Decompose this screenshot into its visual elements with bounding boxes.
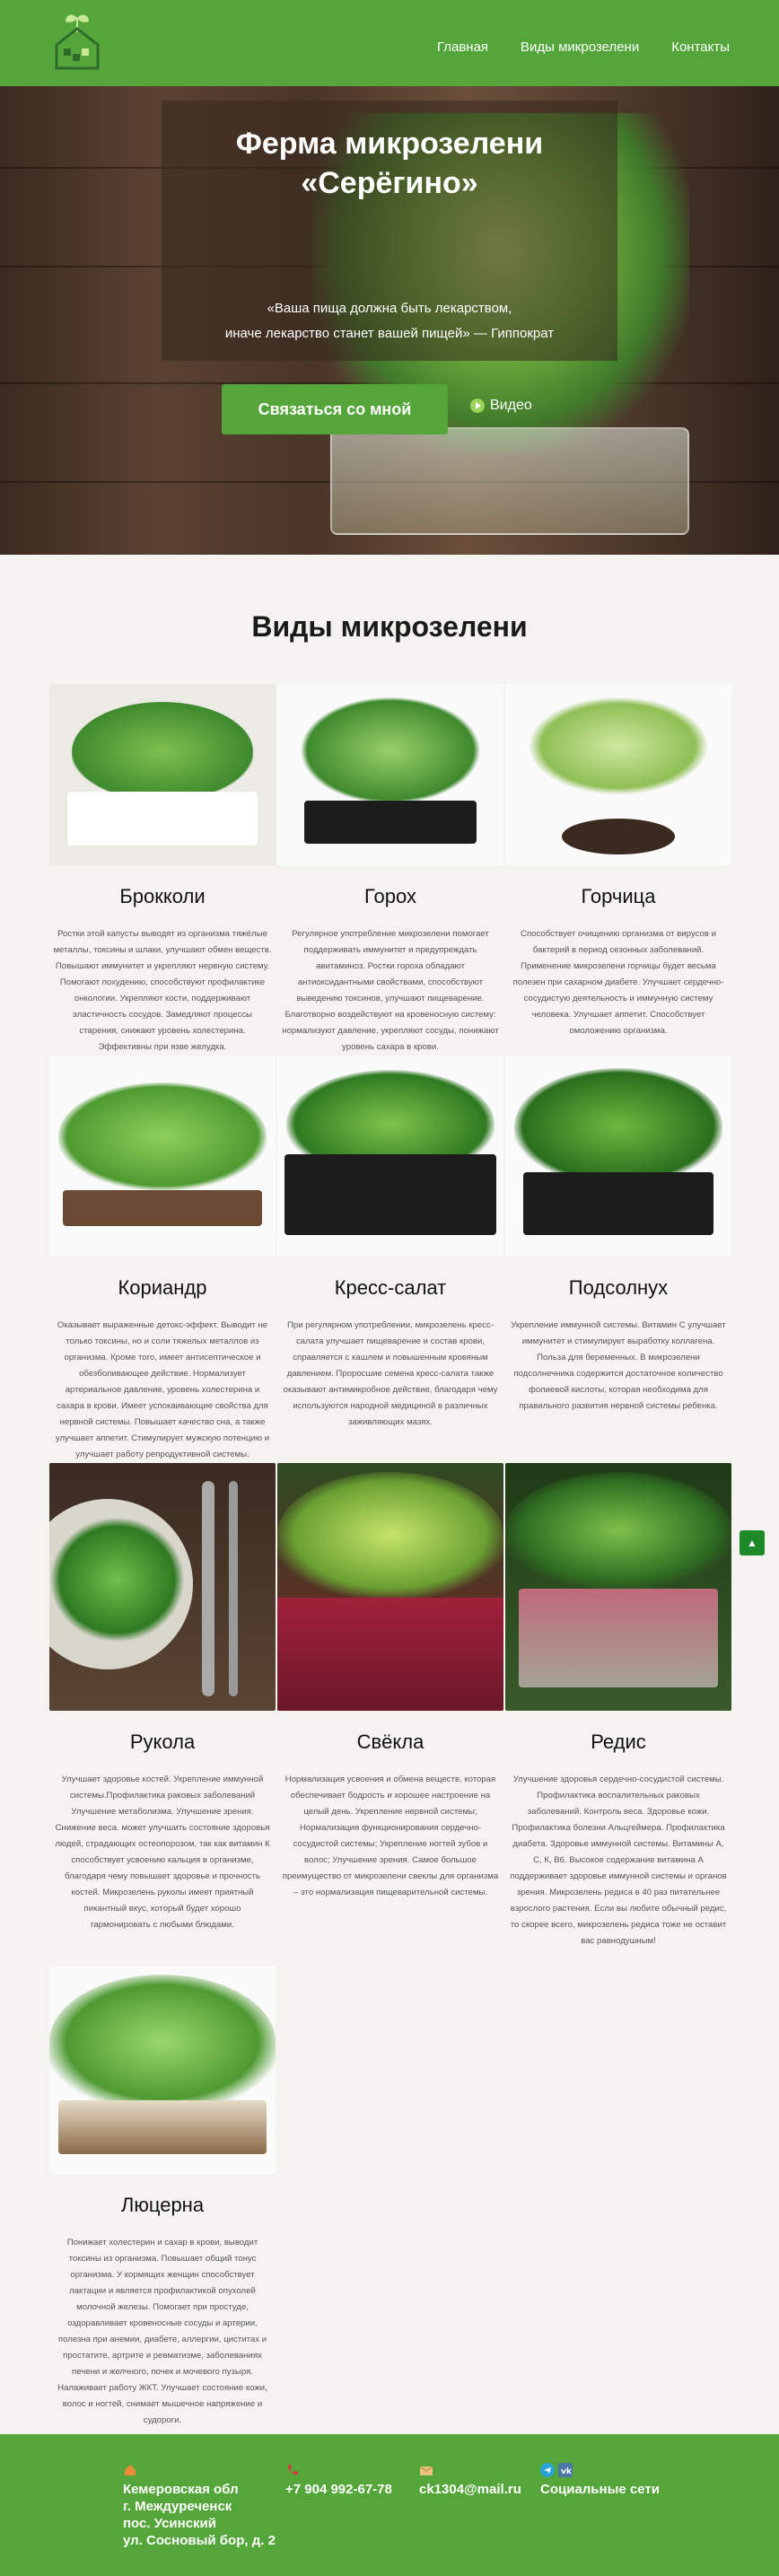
card-broccoli: Брокколи Ростки этой капусты выводят из … (49, 684, 276, 1056)
card-title: Редис (591, 1730, 646, 1753)
card-coriander: Кориандр Оказывает выраженные детокс-эфф… (49, 1056, 276, 1463)
cress-image (277, 1056, 503, 1257)
card-title: Свёкла (356, 1730, 425, 1753)
site-footer: Кемеровская обл г. Междуреченск пос. Уси… (0, 2434, 779, 2576)
hero-title: Ферма микрозелени «Серёгино» (162, 124, 617, 203)
card-mustard: Горчица Способствует очищению организма … (505, 684, 731, 1039)
video-label: Видео (490, 398, 532, 413)
card-title: Подсолнух (568, 1276, 669, 1299)
social-icons: vk (540, 2463, 660, 2477)
hero-quote-line1: «Ваша пища должна быть лекарством, (267, 301, 512, 316)
site-header: Главная Виды микрозелени Контакты (0, 0, 779, 86)
card-title: Горох (364, 885, 416, 907)
card-description: Укрепление иммунной системы. Витамин С у… (511, 1320, 726, 1411)
card-title: Кресс-салат (334, 1276, 447, 1299)
address-line: пос. Усинский (123, 2516, 217, 2531)
section-title: Виды микрозелени (251, 610, 528, 643)
card-beet: Свёкла Нормализация усвоения и обмена ве… (277, 1463, 503, 1901)
hero-title-line2: «Серёгино» (301, 166, 478, 200)
card-description: Регулярное употребление микрозелени помо… (282, 929, 499, 1052)
phone-number: +7 904 992-67-78 (285, 2482, 392, 2497)
hero-title-line1: Ферма микрозелени (235, 127, 544, 161)
card-title: Брокколи (119, 885, 206, 907)
card-title: Люцерна (120, 2194, 205, 2216)
alfalfa-image (49, 1966, 276, 2174)
footer-email[interactable]: ck1304@mail.ru (419, 2463, 521, 2498)
mail-icon (419, 2466, 433, 2475)
sunflower-image (505, 1056, 731, 1257)
card-cress: Кресс-салат При регулярном употреблении,… (277, 1056, 503, 1431)
card-description: Улучшает здоровье костей. Укрепление имм… (55, 1774, 270, 1930)
play-icon (470, 399, 485, 413)
peas-image (277, 684, 503, 865)
card-description: При регулярном употреблении, микрозелень… (283, 1320, 498, 1427)
contact-button[interactable]: Связаться со мной (222, 384, 448, 434)
mustard-image (505, 684, 731, 865)
vk-icon[interactable]: vk (558, 2463, 573, 2477)
card-description: Нормализация усвоения и обмена веществ, … (282, 1774, 499, 1897)
beet-image (277, 1463, 503, 1711)
card-description: Ростки этой капусты выводят из организма… (53, 929, 272, 1052)
address-line: Кемеровская обл (123, 2482, 239, 2497)
footer-address: Кемеровская обл г. Междуреченск пос. Уси… (123, 2463, 276, 2549)
nav-home-link[interactable]: Главная (437, 39, 488, 55)
coriander-image (49, 1056, 276, 1257)
arugula-image (49, 1463, 276, 1711)
home-icon (125, 2465, 136, 2475)
main-nav: Главная Виды микрозелени Контакты (437, 39, 730, 55)
card-description: Улучшение здоровья сердечно-сосудистой с… (510, 1774, 727, 1946)
radish-image (505, 1463, 731, 1711)
card-description: Способствует очищению организма от вирус… (512, 929, 724, 1036)
address-line: г. Междуреченск (123, 2499, 232, 2514)
card-description: Понижает холестерин и сахар в крови, выв… (57, 2238, 267, 2425)
hero-quote-line2: иначе лекарство станет вашей пищей» — Ги… (224, 326, 555, 341)
nav-types-link[interactable]: Виды микрозелени (521, 39, 639, 55)
broccoli-image (49, 684, 276, 865)
card-arugula: Рукола Улучшает здоровье костей. Укрепле… (49, 1463, 276, 1933)
social-label: Социальные сети (540, 2482, 660, 2497)
card-title: Кориандр (118, 1276, 207, 1299)
footer-phone[interactable]: +7 904 992-67-78 (285, 2463, 392, 2498)
nav-contacts-link[interactable]: Контакты (671, 39, 730, 55)
hero-quote: «Ваша пища должна быть лекарством, иначе… (162, 296, 617, 346)
card-radish: Редис Улучшение здоровья сердечно-сосуди… (505, 1463, 731, 1950)
hero-tray-image (330, 427, 689, 535)
card-alfalfa: Люцерна Понижает холестерин и сахар в кр… (49, 1966, 276, 2429)
email-address: ck1304@mail.ru (419, 2482, 521, 2497)
telegram-icon[interactable] (540, 2463, 555, 2477)
video-link[interactable]: Видео (470, 398, 532, 414)
card-peas: Горох Регулярное употребление микрозелен… (277, 684, 503, 1056)
card-title: Горчица (581, 885, 656, 907)
farm-logo-icon[interactable] (49, 13, 105, 74)
address-line: ул. Сосновый бор, д. 2 (123, 2533, 276, 2548)
scroll-up-button[interactable]: ▲ (740, 1530, 765, 1555)
phone-icon (287, 2465, 298, 2475)
card-description: Оказывает выраженные детокс-эффект. Выво… (55, 1320, 270, 1459)
footer-social: vk Социальные сети (540, 2463, 660, 2498)
card-sunflower: Подсолнух Укрепление иммунной системы. В… (505, 1056, 731, 1415)
card-title: Рукола (129, 1730, 196, 1753)
svg-text:vk: vk (561, 2467, 573, 2476)
